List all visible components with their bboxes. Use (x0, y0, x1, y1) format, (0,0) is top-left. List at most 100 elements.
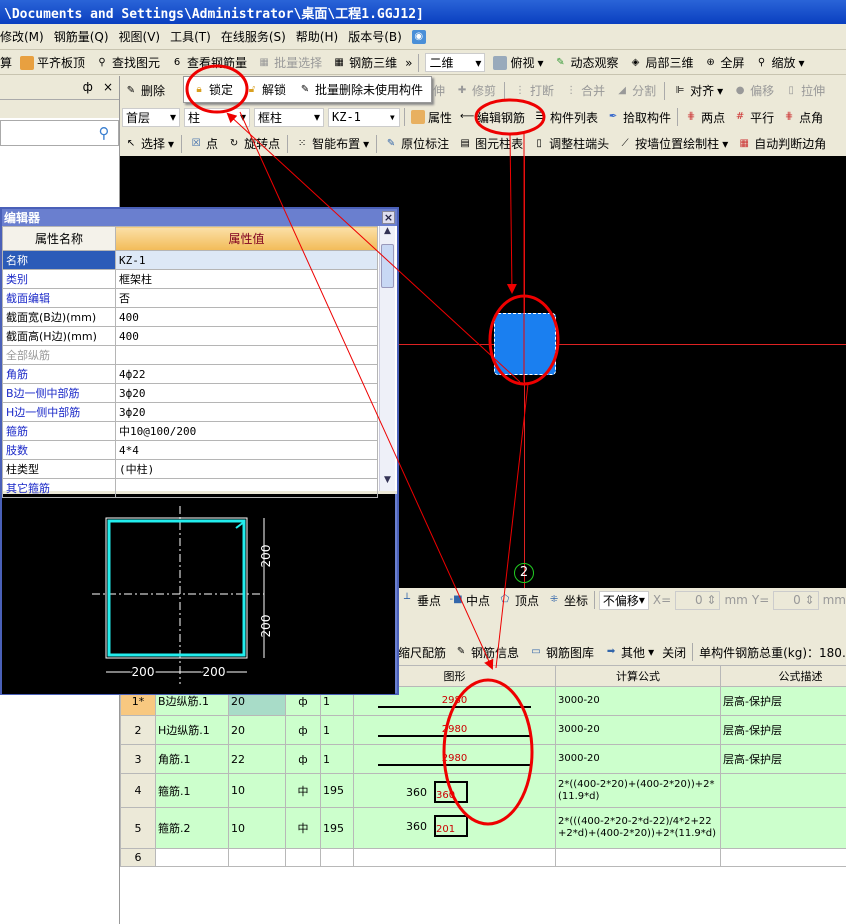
split-button[interactable]: ◢ 分割 (613, 81, 658, 100)
batch-select-button[interactable]: ▦ 批量选择 (255, 53, 324, 72)
offset-button[interactable]: ● 偏移 (731, 81, 776, 100)
dialog-titlebar[interactable]: 编辑器 × (2, 209, 397, 226)
cell-fig[interactable] (320, 848, 354, 867)
search-input[interactable] (1, 121, 90, 145)
column-kz1[interactable] (494, 313, 556, 375)
cell-name[interactable]: 角筋.1 (155, 744, 229, 774)
y-input[interactable]: 0 ⇕ (773, 590, 819, 610)
menu-rebar-qty[interactable]: 钢筋量(Q) (54, 28, 109, 45)
menu-modify[interactable]: 修改(M) (0, 28, 44, 45)
close-icon[interactable]: × (103, 80, 113, 95)
orbit-button[interactable]: ✎ 动态观察 (551, 53, 620, 72)
cell-dia[interactable]: 20 (228, 715, 286, 745)
property-row[interactable]: 全部纵筋 (2, 345, 378, 365)
table-row[interactable]: 4 箍筋.1 10 中 195 360 360 2*((400-2*20)+(400-2*20… (120, 773, 846, 808)
cell-description[interactable]: 层高-保护层 (720, 686, 846, 716)
table-row[interactable]: 2 H边纵筋.1 20 ф 1 2980 3000-20 层高-保护层 (120, 715, 846, 745)
cell-description[interactable] (720, 848, 846, 867)
cell-description[interactable]: 层高-保护层 (720, 744, 846, 774)
rebar-library-button[interactable]: ▭ 钢筋图库 (527, 643, 596, 662)
menu-view[interactable]: 视图(V) (119, 28, 161, 45)
scroll-up-icon[interactable]: ▲ (380, 226, 395, 242)
pin-icon[interactable]: ф (83, 80, 93, 95)
lock-menu-item[interactable]: 🔒︎ 锁定 (190, 80, 235, 99)
close-icon[interactable]: × (382, 211, 395, 224)
cell-formula[interactable]: 2*(((400-2*20-2*d-22)/4*2+22+2*d)+(400-2… (555, 807, 721, 849)
cell-shape[interactable]: 360 360 (353, 773, 556, 808)
two-points-button[interactable]: ⋕ 两点 (682, 108, 727, 127)
find-element-button[interactable]: ⚲ 查找图元 (93, 53, 162, 72)
properties-button[interactable]: 属性 (409, 108, 454, 127)
property-value[interactable]: (中柱) (115, 459, 378, 479)
local-3d-button[interactable]: ◈ 局部三维 (627, 53, 696, 72)
midpoint-snap-button[interactable]: -■ 中点 (447, 591, 492, 610)
cell-shape[interactable]: 360 201 (353, 807, 556, 849)
scroll-thumb[interactable] (381, 244, 394, 288)
adjust-column-end-button[interactable]: ▯ 调整柱端头 (530, 134, 611, 153)
column-table-button[interactable]: ▤ 图元柱表 (456, 134, 525, 153)
cell-name[interactable]: 箍筋.1 (155, 773, 229, 808)
property-value[interactable]: 框架柱 (115, 269, 378, 289)
rebar-info-button[interactable]: ✎ 钢筋信息 (452, 643, 521, 662)
property-value[interactable]: 否 (115, 288, 378, 308)
point-button[interactable]: ☒ 点 (187, 134, 220, 153)
property-row[interactable]: 名称 KZ-1 (2, 250, 378, 270)
cell-name[interactable]: 箍筋.2 (155, 807, 229, 849)
cell-grade[interactable]: ф (285, 744, 321, 774)
smart-layout-button[interactable]: ⁙ 智能布置 ▾ (293, 134, 371, 153)
cell-description[interactable] (720, 773, 846, 808)
cell-dia[interactable]: 10 (228, 773, 286, 808)
table-row[interactable]: 5 箍筋.2 10 中 195 360 201 2*(((400-2*20-2*d-22)/4… (120, 807, 846, 849)
draw-by-wall-button[interactable]: ⟋ 按墙位置绘制柱 ▾ (616, 134, 730, 153)
close-button[interactable]: 关闭 (662, 644, 686, 661)
property-value[interactable]: 中10@100/200 (115, 421, 378, 441)
cell-dia[interactable] (228, 848, 286, 867)
view-mode-select[interactable]: 二维 ▾ (425, 53, 486, 72)
property-row[interactable]: 角筋 4ф22 (2, 364, 378, 384)
cell-fig[interactable]: 195 (320, 773, 354, 808)
trim-button[interactable]: ✚ 修剪 (453, 81, 498, 100)
cell-formula[interactable] (555, 848, 721, 867)
pick-component-button[interactable]: ✒ 拾取构件 (604, 108, 673, 127)
cell-grade[interactable]: 中 (285, 773, 321, 808)
app-icon[interactable]: ◉ (411, 29, 426, 44)
property-row[interactable]: H边一侧中部筋 3ф20 (2, 402, 378, 422)
cell-shape[interactable] (353, 848, 556, 867)
cell-description[interactable] (720, 807, 846, 849)
menu-version[interactable]: 版本号(B) (348, 28, 402, 45)
cell-dia[interactable]: 10 (228, 807, 286, 849)
property-row[interactable]: 类别 框架柱 (2, 269, 378, 289)
property-value[interactable]: 3ф20 (115, 383, 378, 403)
cell-fig[interactable]: 1 (320, 715, 354, 745)
offset-select[interactable]: 不偏移 ▾ (598, 590, 649, 610)
rebar-3d-button[interactable]: ▦ 钢筋三维 (330, 53, 399, 72)
cell-fig[interactable]: 195 (320, 807, 354, 849)
cell-grade[interactable]: 中 (285, 807, 321, 849)
break-button[interactable]: ⋮ 打断 (511, 81, 556, 100)
scrollbar[interactable]: ▲ ▼ (379, 226, 395, 491)
scroll-down-icon[interactable]: ▼ (380, 475, 395, 491)
component-select[interactable]: KZ-1 ▾ (328, 107, 400, 127)
cell-dia[interactable]: 22 (228, 744, 286, 774)
property-value[interactable]: 400 (115, 307, 378, 327)
cell-grade[interactable] (285, 848, 321, 867)
property-value[interactable]: 4ф22 (115, 364, 378, 384)
view-rebar-qty-button[interactable]: 6 查看钢筋量 (168, 53, 249, 72)
cell-no[interactable]: 6 (120, 848, 156, 867)
auto-corner-button[interactable]: ▦ 自动判断边角 (735, 134, 828, 153)
property-row[interactable]: 箍筋 中10@100/200 (2, 421, 378, 441)
cell-formula[interactable]: 3000-20 (555, 715, 721, 745)
component-list-button[interactable]: ☰ 构件列表 (531, 108, 600, 127)
scale-rebar-button[interactable]: 缩尺配筋 (398, 644, 446, 661)
type-select[interactable]: 柱 ▾ (184, 107, 250, 127)
menu-online[interactable]: 在线服务(S) (221, 28, 286, 45)
top-view-button[interactable]: 俯视 ▾ (491, 53, 545, 72)
floor-select[interactable]: 首层 ▾ (122, 107, 180, 127)
unlock-menu-item[interactable]: 🔓︎ 解锁 (243, 80, 288, 99)
cell-no[interactable]: 3 (120, 744, 156, 774)
parallel-button[interactable]: # 平行 (731, 108, 776, 127)
property-row[interactable]: B边一侧中部筋 3ф20 (2, 383, 378, 403)
align-slab-top-button[interactable]: 平齐板顶 (18, 53, 87, 72)
cell-name[interactable] (155, 848, 229, 867)
menu-tools[interactable]: 工具(T) (170, 28, 211, 45)
